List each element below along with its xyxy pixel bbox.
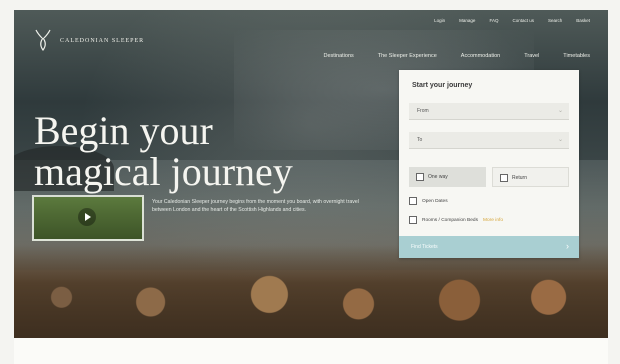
companion-checkbox[interactable] bbox=[409, 216, 417, 224]
utility-nav: Login Manage FAQ Contact us Search Baske… bbox=[434, 18, 590, 23]
chevron-down-icon: ⌄ bbox=[557, 137, 563, 143]
util-link-contact[interactable]: Contact us bbox=[512, 18, 534, 23]
open-dates-option[interactable]: Open Dates bbox=[409, 197, 448, 205]
nav-item-experience[interactable]: The Sleeper Experience bbox=[378, 53, 437, 59]
booking-card-title: Start your journey bbox=[412, 82, 473, 89]
companion-option[interactable]: Rooms / Companion Beds More info bbox=[409, 216, 503, 224]
headline-line-1: Begin your bbox=[34, 108, 213, 153]
content-band bbox=[14, 338, 608, 364]
open-dates-checkbox[interactable] bbox=[409, 197, 417, 205]
headline-line-2: magical journey bbox=[34, 149, 293, 194]
arrow-right-icon: › bbox=[566, 241, 569, 251]
to-placeholder: To bbox=[417, 137, 423, 143]
chevron-down-icon: ⌄ bbox=[557, 108, 563, 114]
brand-name: Caledonian Sleeper bbox=[60, 37, 145, 44]
return-option[interactable]: Return bbox=[492, 167, 569, 187]
brand-logo[interactable]: Caledonian Sleeper bbox=[32, 28, 144, 54]
header: Caledonian Sleeper Login Manage FAQ Cont… bbox=[14, 10, 608, 70]
one-way-label: One way bbox=[428, 174, 448, 180]
hero-headline: Begin your magical journey bbox=[34, 110, 354, 192]
return-checkbox[interactable] bbox=[500, 174, 508, 182]
util-link-search[interactable]: Search bbox=[548, 18, 562, 23]
nav-item-destinations[interactable]: Destinations bbox=[323, 53, 353, 59]
main-nav: Destinations The Sleeper Experience Acco… bbox=[323, 53, 590, 59]
hero-rocks bbox=[14, 245, 608, 338]
find-tickets-button[interactable]: Find Tickets › bbox=[399, 236, 579, 258]
one-way-checkbox[interactable] bbox=[416, 173, 424, 181]
find-tickets-label: Find Tickets bbox=[411, 244, 438, 250]
stag-logo-icon bbox=[32, 28, 54, 54]
from-placeholder: From bbox=[417, 108, 429, 114]
util-link-manage[interactable]: Manage bbox=[459, 18, 475, 23]
open-dates-label: Open Dates bbox=[422, 198, 448, 204]
one-way-option[interactable]: One way bbox=[409, 167, 486, 187]
util-link-faq[interactable]: FAQ bbox=[489, 18, 498, 23]
hero-blurb: Your Caledonian Sleeper journey begins f… bbox=[152, 199, 359, 213]
play-icon[interactable] bbox=[78, 208, 96, 226]
journey-booking-card: Start your journey From ⌄ To ⌄ One way R… bbox=[399, 70, 579, 258]
util-link-login[interactable]: Login bbox=[434, 18, 445, 23]
more-info-link[interactable]: More info bbox=[483, 218, 503, 223]
return-label: Return bbox=[512, 175, 528, 181]
hero-video-thumbnail[interactable] bbox=[32, 195, 144, 241]
to-field[interactable]: To ⌄ bbox=[409, 132, 569, 149]
nav-item-timetables[interactable]: Timetables bbox=[563, 53, 590, 59]
util-link-basket[interactable]: Basket bbox=[576, 18, 590, 23]
nav-item-accommodation[interactable]: Accommodation bbox=[461, 53, 500, 59]
nav-item-travel[interactable]: Travel bbox=[524, 53, 539, 59]
companion-label: Rooms / Companion Beds bbox=[422, 217, 478, 223]
from-field[interactable]: From ⌄ bbox=[409, 103, 569, 120]
